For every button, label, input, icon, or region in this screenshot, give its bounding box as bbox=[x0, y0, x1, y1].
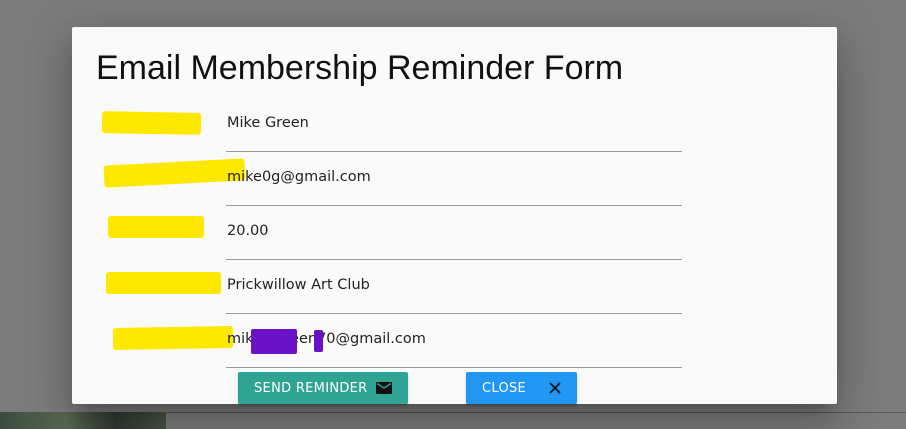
label-redaction bbox=[106, 272, 221, 294]
close-button[interactable]: CLOSE bbox=[466, 372, 577, 404]
form-row-club: Prickwillow Art Club bbox=[102, 260, 682, 314]
name-field[interactable]: Mike Green bbox=[227, 115, 309, 131]
form-row-amount: 20.00 bbox=[102, 206, 682, 260]
amount-field[interactable]: 20.00 bbox=[227, 223, 269, 239]
send-reminder-button[interactable]: SEND REMINDER bbox=[238, 372, 408, 404]
text-redaction bbox=[251, 329, 297, 354]
label-redaction bbox=[112, 325, 234, 351]
membership-reminder-dialog: Email Membership Reminder Form Mike Gree… bbox=[72, 27, 837, 404]
text-redaction bbox=[314, 330, 323, 352]
background-image-strip bbox=[0, 412, 166, 429]
close-icon bbox=[549, 382, 561, 394]
form-row-name: Mike Green bbox=[101, 98, 682, 152]
close-label: CLOSE bbox=[482, 380, 527, 396]
email-icon bbox=[376, 382, 392, 394]
club-field[interactable]: Prickwillow Art Club bbox=[227, 277, 370, 293]
email-field[interactable]: mike0g@gmail.com bbox=[227, 169, 371, 185]
dialog-title: Email Membership Reminder Form bbox=[96, 49, 624, 87]
form-row-email: mike0g@gmail.com bbox=[102, 152, 682, 206]
background-divider bbox=[166, 412, 906, 413]
send-reminder-label: SEND REMINDER bbox=[254, 380, 368, 396]
label-redaction bbox=[103, 158, 246, 188]
field-underline bbox=[226, 367, 682, 368]
form-row-sender-email: mikedjgreen70@gmail.com bbox=[102, 314, 682, 368]
label-redaction bbox=[108, 216, 204, 238]
label-redaction bbox=[101, 111, 202, 135]
